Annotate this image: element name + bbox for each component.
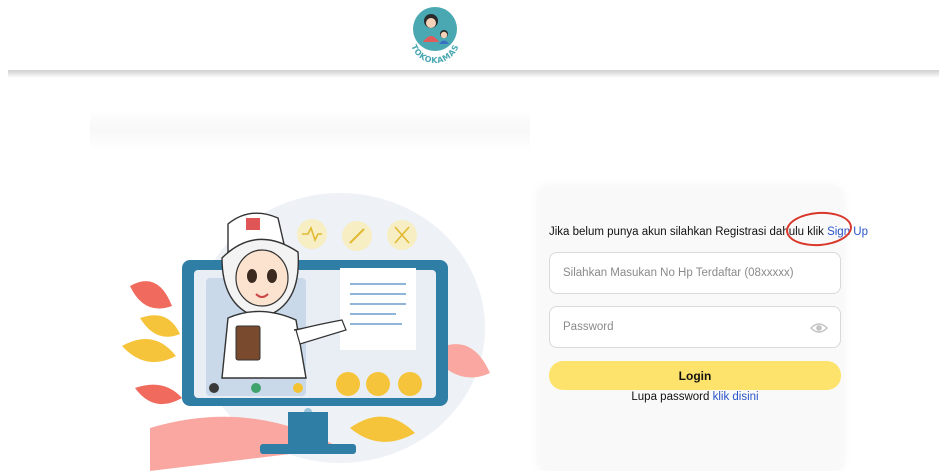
forgot-link[interactable]: klik disini bbox=[713, 391, 759, 403]
chart-document bbox=[340, 268, 416, 350]
forgot-text: Lupa password bbox=[631, 391, 710, 403]
header: TOKOKAMAS bbox=[0, 0, 939, 72]
login-page: TOKOKAMAS Jika belum punya akun silahkan… bbox=[0, 0, 939, 471]
brand-logo[interactable]: TOKOKAMAS bbox=[404, 4, 466, 66]
phone-input[interactable]: Silahkan Masukan No Hp Terdaftar (08xxxx… bbox=[549, 252, 841, 294]
background-band bbox=[90, 110, 530, 150]
password-placeholder: Password bbox=[563, 321, 614, 333]
eye-icon[interactable] bbox=[810, 319, 828, 337]
monitor-stand bbox=[288, 412, 328, 446]
forgot-password: Lupa password klik disini bbox=[549, 391, 841, 403]
password-input[interactable]: Password bbox=[549, 306, 841, 348]
header-shadow bbox=[8, 70, 939, 78]
telemedicine-illustration bbox=[122, 193, 490, 471]
register-text: Jika belum punya akun silahkan Registras… bbox=[549, 226, 824, 238]
phone-placeholder: Silahkan Masukan No Hp Terdaftar (08xxxx… bbox=[563, 267, 794, 279]
heartbeat-bubble bbox=[297, 219, 327, 249]
login-button[interactable]: Login bbox=[549, 361, 841, 390]
